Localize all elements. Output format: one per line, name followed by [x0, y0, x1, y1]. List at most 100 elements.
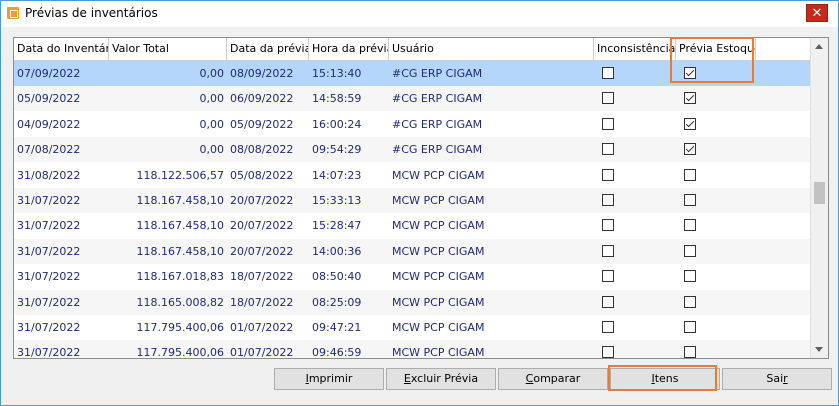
- inconsistencias-checkbox[interactable]: [602, 92, 614, 105]
- arrow-up-icon[interactable]: [815, 44, 823, 49]
- cell-valor-total: 118.167.458,10: [136, 244, 224, 258]
- cell-usuario: MCW PCP CIGAM: [392, 295, 485, 309]
- cell-data-inventario: 31/07/2022: [17, 219, 81, 233]
- cell-data-previa: 20/07/2022: [230, 219, 294, 233]
- inconsistencias-checkbox[interactable]: [602, 321, 614, 333]
- titlebar: Prévias de inventários ✕: [1, 1, 838, 27]
- previa-estoque-checkbox[interactable]: [684, 295, 696, 308]
- previa-estoque-checkbox[interactable]: [684, 321, 696, 333]
- cell-usuario: MCW PCP CIGAM: [392, 270, 485, 284]
- button-label-pre: Sai: [766, 372, 784, 385]
- cell-data-previa: 18/07/2022: [230, 270, 294, 284]
- button-label-post: mprimir: [308, 372, 353, 385]
- cell-data-inventario: 31/07/2022: [17, 270, 81, 284]
- button-mnemonic: E: [403, 372, 411, 385]
- header-col-data-inventario[interactable]: Data do Inventário: [14, 38, 109, 60]
- cell-usuario: MCW PCP CIGAM: [392, 219, 485, 233]
- previa-estoque-checkbox[interactable]: [684, 244, 696, 257]
- imprimir-button[interactable]: Imprimir: [274, 368, 384, 390]
- previa-estoque-checkbox[interactable]: [684, 346, 696, 358]
- cell-valor-total: 118.167.018,83: [136, 270, 224, 284]
- header-col-valor-total[interactable]: Valor Total: [109, 38, 227, 60]
- table-row[interactable]: 31/07/2022 118.167.018,83 18/07/2022 08:50:…: [14, 264, 810, 289]
- cell-data-previa: 05/09/2022: [230, 117, 294, 131]
- cell-hora-previa: 09:54:29: [312, 143, 362, 157]
- previa-estoque-checkbox[interactable]: [684, 117, 696, 130]
- table-row[interactable]: 04/09/2022 0,00 05/09/2022 16:00:24 #CG ERP …: [14, 112, 810, 137]
- cell-hora-previa: 14:07:23: [312, 168, 362, 182]
- cell-valor-total: 0,00: [199, 67, 225, 80]
- inconsistencias-checkbox[interactable]: [602, 143, 614, 156]
- cell-valor-total: 0,00: [199, 117, 225, 131]
- inconsistencias-checkbox[interactable]: [602, 346, 614, 358]
- cell-usuario: #CG ERP CIGAM: [392, 92, 483, 106]
- cell-valor-total: 0,00: [199, 92, 225, 106]
- comparar-button[interactable]: Comparar: [498, 368, 608, 390]
- header-col-inconsistencias[interactable]: Inconsistências: [594, 38, 676, 60]
- cell-usuario: #CG ERP CIGAM: [392, 117, 483, 131]
- table-row[interactable]: 31/08/2022 118.122.506,57 05/08/2022 14:07:…: [14, 163, 810, 188]
- cell-valor-total: 118.122.506,57: [136, 168, 224, 182]
- cell-data-previa: 18/07/2022: [230, 295, 294, 309]
- cell-hora-previa: 08:25:09: [312, 295, 362, 309]
- cell-hora-previa: 09:46:59: [312, 346, 362, 359]
- inconsistencias-checkbox[interactable]: [602, 244, 614, 257]
- cell-valor-total: 118.167.458,10: [136, 194, 224, 207]
- cell-valor-total: 0,00: [199, 143, 225, 157]
- cell-data-previa: 20/07/2022: [230, 244, 294, 258]
- inconsistencias-checkbox[interactable]: [602, 219, 614, 232]
- previa-estoque-checkbox[interactable]: [684, 168, 696, 181]
- scroll-thumb[interactable]: [814, 182, 825, 204]
- cell-data-inventario: 31/07/2022: [17, 244, 81, 258]
- cell-valor-total: 117.795.400,06: [136, 321, 224, 334]
- table-row[interactable]: 05/09/2022 0,00 06/09/2022 14:58:59 #CG ERP …: [14, 86, 810, 112]
- previa-estoque-checkbox[interactable]: [684, 92, 696, 105]
- cell-valor-total: 118.165.008,82: [136, 295, 224, 309]
- arrow-down-icon[interactable]: [815, 347, 823, 352]
- inconsistencias-checkbox[interactable]: [602, 270, 614, 283]
- window-title: Prévias de inventários: [25, 6, 158, 20]
- previa-estoque-checkbox[interactable]: [684, 219, 696, 232]
- table-row[interactable]: 31/07/2022 118.167.458,10 20/07/2022 14:00:…: [14, 238, 810, 264]
- table-row[interactable]: 31/07/2022 118.167.458,10 20/07/2022 15:33:…: [14, 188, 810, 213]
- cell-data-previa: 20/07/2022: [230, 194, 294, 207]
- sair-button[interactable]: Sair: [722, 368, 832, 390]
- cell-usuario: MCW PCP CIGAM: [392, 321, 485, 334]
- inconsistencias-checkbox[interactable]: [602, 194, 614, 206]
- cell-usuario: #CG ERP CIGAM: [392, 143, 483, 157]
- inventory-previews-window: Prévias de inventários ✕ Data do Inventá…: [0, 0, 839, 406]
- header-col-usuario[interactable]: Usuário: [389, 38, 594, 60]
- cell-hora-previa: 15:13:40: [312, 67, 362, 80]
- cell-data-inventario: 31/07/2022: [17, 295, 81, 309]
- vertical-scrollbar[interactable]: [810, 38, 828, 358]
- cell-usuario: MCW PCP CIGAM: [392, 194, 485, 207]
- cell-data-previa: 05/08/2022: [230, 168, 294, 182]
- cell-hora-previa: 16:00:24: [312, 117, 362, 131]
- table-row[interactable]: 31/07/2022 117.795.400,06 01/07/2022 09:46:…: [14, 340, 810, 359]
- button-label-post: xcluir Prévia: [410, 372, 479, 385]
- previa-estoque-checkbox[interactable]: [684, 143, 696, 156]
- cell-data-previa: 08/09/2022: [230, 67, 294, 80]
- inventory-grid[interactable]: Data do InventárioValor TotalData da pré…: [13, 37, 829, 359]
- table-row[interactable]: 31/07/2022 118.165.008,82 18/07/2022 08:25:…: [14, 289, 810, 315]
- previa-estoque-checkbox[interactable]: [684, 270, 696, 283]
- inconsistencias-checkbox[interactable]: [602, 295, 614, 308]
- table-row[interactable]: 31/07/2022 117.795.400,06 01/07/2022 09:47:…: [14, 315, 810, 340]
- button-label-post: omparar: [533, 372, 581, 385]
- cell-data-previa: 08/08/2022: [230, 143, 294, 157]
- inconsistencias-checkbox[interactable]: [602, 168, 614, 181]
- table-row[interactable]: 31/07/2022 118.167.458,10 20/07/2022 15:28:…: [14, 213, 810, 238]
- inconsistencias-checkbox[interactable]: [602, 67, 614, 79]
- button-mnemonic: r: [783, 372, 788, 385]
- close-icon[interactable]: ✕: [806, 4, 828, 22]
- app-icon: [7, 7, 19, 19]
- cell-data-previa: 06/09/2022: [230, 92, 294, 106]
- cell-hora-previa: 09:47:21: [312, 321, 362, 334]
- excluir-previa-button[interactable]: Excluir Prévia: [386, 368, 496, 390]
- cell-data-inventario: 31/07/2022: [17, 346, 81, 359]
- header-col-data-previa[interactable]: Data da prévia: [227, 38, 309, 60]
- header-col-hora-previa[interactable]: Hora da prévia: [309, 38, 389, 60]
- previa-estoque-checkbox[interactable]: [684, 194, 696, 206]
- table-row[interactable]: 07/08/2022 0,00 08/08/2022 09:54:29 #CG ERP …: [14, 137, 810, 163]
- inconsistencias-checkbox[interactable]: [602, 117, 614, 130]
